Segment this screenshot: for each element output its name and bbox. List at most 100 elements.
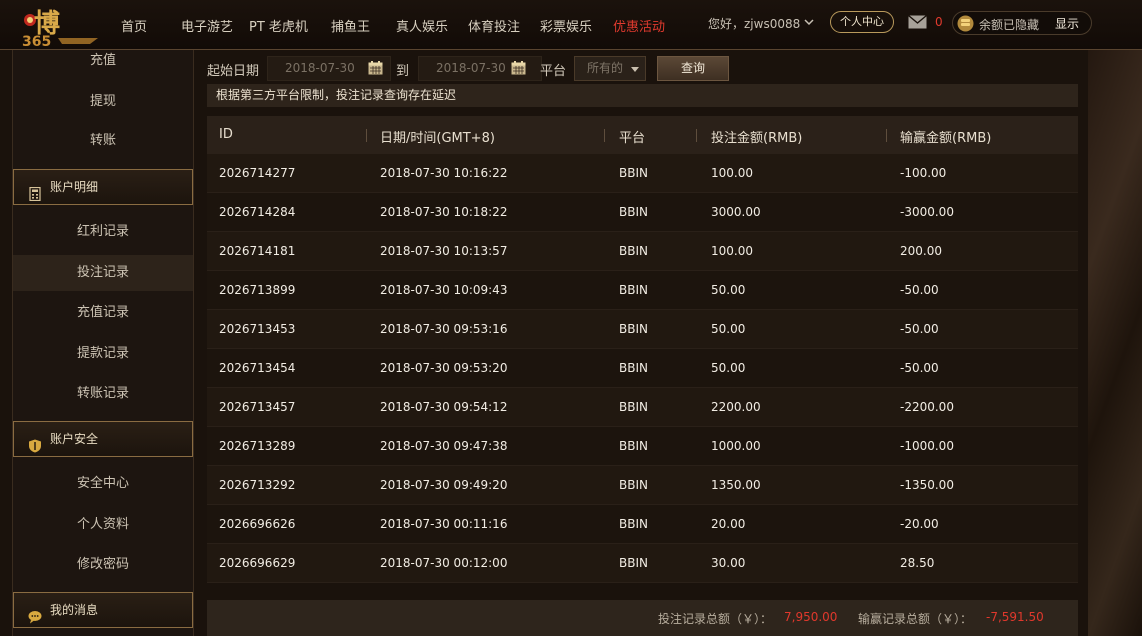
calendar-icon[interactable] [511,61,526,75]
cell-bet-amount: 100.00 [711,166,753,180]
cell-platform: BBIN [619,556,648,570]
platform-label: 平台 [540,64,567,79]
nav-lottery[interactable]: 彩票娱乐 [540,16,592,35]
calendar-icon[interactable] [368,61,383,75]
sidebar-item-deposit-records[interactable]: 充值记录 [13,295,193,331]
user-center-button[interactable]: 个人中心 [830,11,894,33]
cell-id: 2026713454 [219,361,296,375]
calculator-icon [28,180,42,202]
sidebar-section-account-details[interactable]: 账户明细 [13,169,193,205]
table-row: 2026714277 2018-07-30 10:16:22 BBIN 100.00 -… [207,154,1078,193]
cell-id: 2026713453 [219,322,296,336]
sidebar-section-label: 账户安全 [50,432,99,446]
cell-bet-amount: 30.00 [711,556,746,570]
cell-win-loss: -2200.00 [900,400,954,414]
sidebar-item-bonus-records[interactable]: 红利记录 [13,214,193,250]
nav-live-casino[interactable]: 真人娱乐 [396,16,448,35]
table-row: 2026714181 2018-07-30 10:13:57 BBIN 100.00 2… [207,232,1078,271]
table-row: 2026713457 2018-07-30 09:54:12 BBIN 2200.00… [207,388,1078,427]
caret-down-icon [631,67,639,72]
column-header-win-loss: 输赢金额(RMB) [900,131,992,146]
mail-icon[interactable] [908,14,927,29]
cell-win-loss: 28.50 [900,556,935,570]
platform-select[interactable]: 所有的 [574,56,646,81]
site-logo[interactable]: 博 365 [18,4,104,50]
chat-bubble-icon [28,603,42,624]
table-header: ID 日期/时间(GMT+8) 平台 投注金额(RMB) 输赢金额(RMB) [207,116,1078,154]
balance-box: 余额已隐藏 显示 [952,11,1092,35]
cell-win-loss: -50.00 [900,361,939,375]
column-header-bet-amount: 投注金额(RMB) [711,131,803,146]
cell-win-loss: -3000.00 [900,205,954,219]
column-header-id: ID [219,127,233,142]
shield-icon [28,432,42,453]
nav-electronic-games[interactable]: 电子游艺 [181,16,233,35]
delay-notice: 根据第三方平台限制，投注记录查询存在延迟 [207,84,1078,107]
cell-bet-amount: 1000.00 [711,439,761,453]
totals-bar: 投注记录总额（￥）： 7,950.00 输赢记录总额（￥）： -7,591.50 [207,600,1078,636]
cell-bet-amount: 2200.00 [711,400,761,414]
sidebar-item-profile[interactable]: 个人资料 [13,507,193,543]
sidebar-item-withdraw-records[interactable]: 提款记录 [13,336,193,372]
sidebar: 充值 提现 转账 账户明细 红利记录 投注记录 充值记录 提款记录 转账记录 账… [12,50,194,636]
cell-id: 2026713457 [219,400,296,414]
nav-home[interactable]: 首页 [121,16,147,35]
cell-win-loss: -20.00 [900,517,939,531]
nav-promotions[interactable]: 优惠活动 [613,16,665,35]
sidebar-item-transfer-records[interactable]: 转账记录 [13,376,193,412]
query-button[interactable]: 查询 [657,56,729,81]
cell-datetime: 2018-07-30 09:53:16 [380,322,508,336]
cell-datetime: 2018-07-30 10:18:22 [380,205,508,219]
start-date-label: 起始日期 [207,64,260,79]
sidebar-item-transfer[interactable]: 转账 [13,123,193,159]
table-row: 2026713292 2018-07-30 09:49:20 BBIN 1350.00… [207,466,1078,505]
mail-count-badge: 0 [935,15,943,29]
sidebar-item-bet-records[interactable]: 投注记录 [13,255,193,291]
cell-platform: BBIN [619,244,648,258]
cell-datetime: 2018-07-30 09:54:12 [380,400,508,414]
sidebar-section-account-security[interactable]: 账户安全 [13,421,193,457]
cell-id: 2026713899 [219,283,296,297]
platform-select-value: 所有的 [587,61,624,75]
table-row: 2026713454 2018-07-30 09:53:20 BBIN 50.00 -5… [207,349,1078,388]
cell-id: 2026714181 [219,244,296,258]
win-loss-total-label: 输赢记录总额（￥）： [858,612,973,626]
sidebar-item-withdraw[interactable]: 提现 [13,84,193,120]
cell-platform: BBIN [619,400,648,414]
cell-id: 2026713292 [219,478,296,492]
nav-fishing[interactable]: 捕鱼王 [331,16,370,35]
cell-win-loss: 200.00 [900,244,942,258]
table-row: 2026713289 2018-07-30 09:47:38 BBIN 1000.00… [207,427,1078,466]
user-greeting[interactable]: 您好，zjws0088 [708,15,800,32]
column-header-datetime: 日期/时间(GMT+8) [380,131,495,146]
sidebar-item-change-password[interactable]: 修改密码 [13,547,193,583]
cell-bet-amount: 100.00 [711,244,753,258]
cell-datetime: 2018-07-30 10:09:43 [380,283,508,297]
sidebar-item-deposit[interactable]: 充值 [13,43,193,79]
sidebar-section-label: 我的消息 [50,603,99,617]
cell-platform: BBIN [619,361,648,375]
nav-sports[interactable]: 体育投注 [468,16,520,35]
cell-datetime: 2018-07-30 09:53:20 [380,361,508,375]
coin-icon [957,15,974,32]
decorative-background [1088,50,1142,636]
cell-bet-amount: 3000.00 [711,205,761,219]
sidebar-item-security-center[interactable]: 安全中心 [13,466,193,502]
column-divider [886,129,887,142]
sidebar-section-label: 账户明细 [50,180,99,194]
nav-pt-slots[interactable]: PT 老虎机 [249,16,308,35]
cell-datetime: 2018-07-30 09:49:20 [380,478,508,492]
cell-bet-amount: 50.00 [711,283,746,297]
show-balance-button[interactable]: 显示 [1055,15,1079,32]
column-header-platform: 平台 [619,131,646,146]
cell-platform: BBIN [619,166,648,180]
cell-id: 2026696629 [219,556,296,570]
sidebar-section-messages[interactable]: 我的消息 [13,592,193,628]
chevron-down-icon[interactable] [803,16,815,28]
cell-platform: BBIN [619,283,648,297]
to-label: 到 [396,64,410,79]
cell-datetime: 2018-07-30 00:11:16 [380,517,508,531]
cell-id: 2026696626 [219,517,296,531]
cell-win-loss: -100.00 [900,166,947,180]
cell-datetime: 2018-07-30 09:47:38 [380,439,508,453]
